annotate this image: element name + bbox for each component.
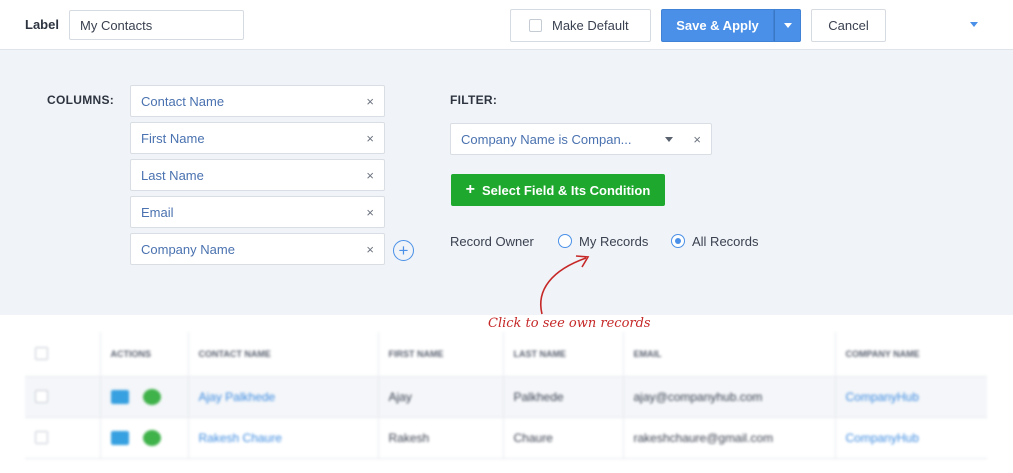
all-records-label[interactable]: All Records — [692, 234, 758, 249]
column-header[interactable]: FIRST NAME — [378, 332, 504, 377]
column-chip[interactable]: Contact Name × — [130, 85, 385, 117]
all-records-radio[interactable] — [671, 234, 685, 248]
close-icon[interactable]: × — [366, 242, 374, 257]
chat-icon[interactable] — [142, 429, 161, 446]
plus-icon: + — [465, 181, 476, 198]
column-header[interactable]: CONTACT NAME — [188, 332, 379, 377]
record-owner-label: Record Owner — [450, 234, 534, 249]
filter-condition-label: Company Name is Compan... — [461, 131, 632, 147]
close-icon[interactable]: × — [693, 132, 701, 147]
last-name-cell: Palkhede — [503, 376, 624, 418]
first-name-cell: Ajay — [378, 376, 504, 418]
my-records-radio[interactable] — [558, 234, 572, 248]
my-records-label[interactable]: My Records — [579, 234, 648, 249]
chat-icon[interactable] — [142, 388, 161, 405]
toolbar: Label Make Default Save & Apply Cancel — [0, 0, 1013, 50]
annotation-arrow-icon — [540, 255, 590, 315]
label-input[interactable] — [69, 10, 244, 40]
row-actions — [100, 417, 189, 459]
mail-icon[interactable] — [110, 389, 129, 404]
row-select-cell[interactable] — [25, 417, 101, 459]
column-chip[interactable]: Company Name × — [130, 233, 385, 265]
filter-condition-chip[interactable]: Company Name is Compan... × — [450, 123, 712, 155]
column-chip-label: Contact Name — [141, 93, 225, 109]
view-config-panel: COLUMNS: Contact Name × First Name × Las… — [0, 50, 1013, 315]
chevron-down-icon[interactable] — [970, 22, 978, 27]
close-icon[interactable]: × — [366, 168, 374, 183]
save-apply-button[interactable]: Save & Apply — [661, 9, 774, 42]
column-chip-label: Last Name — [141, 167, 204, 183]
column-header[interactable]: LAST NAME — [503, 332, 624, 377]
make-default-label: Make Default — [552, 18, 629, 33]
cancel-button[interactable]: Cancel — [811, 9, 886, 42]
table-row[interactable]: Rakesh Chaure Rakesh Chaure rakeshchaure… — [25, 417, 987, 459]
filter-title: FILTER: — [450, 93, 498, 107]
row-checkbox[interactable] — [35, 390, 48, 403]
company-link[interactable]: CompanyHub — [835, 417, 987, 459]
mail-icon[interactable] — [110, 430, 129, 445]
row-select-cell[interactable] — [25, 376, 101, 418]
column-header[interactable]: COMPANY NAME — [835, 332, 987, 377]
column-header[interactable]: EMAIL — [623, 332, 836, 377]
select-all-checkbox[interactable] — [35, 347, 48, 361]
label-caption: Label — [25, 17, 59, 32]
annotation-text: Click to see own records — [488, 316, 651, 331]
table-header-row: ACTIONS CONTACT NAME FIRST NAME LAST NAM… — [25, 332, 987, 377]
make-default-button[interactable]: Make Default — [510, 9, 651, 42]
column-chip-label: Email — [141, 204, 174, 220]
chevron-down-icon[interactable] — [665, 136, 674, 142]
column-chip[interactable]: Email × — [130, 196, 385, 228]
row-actions — [100, 376, 189, 418]
contact-name-link[interactable]: Rakesh Chaure — [188, 417, 379, 459]
save-options-button[interactable] — [774, 9, 801, 42]
company-link[interactable]: CompanyHub — [835, 376, 987, 418]
column-header: ACTIONS — [100, 332, 189, 377]
column-chip[interactable]: Last Name × — [130, 159, 385, 191]
column-chip-label: Company Name — [141, 241, 235, 257]
column-chip-label: First Name — [141, 130, 205, 146]
chevron-down-icon — [783, 23, 792, 28]
table-row[interactable]: Ajay Palkhede Ajay Palkhede ajay@company… — [25, 376, 987, 418]
select-field-condition-button[interactable]: + Select Field & Its Condition — [451, 174, 665, 206]
first-name-cell: Rakesh — [378, 417, 504, 459]
row-checkbox[interactable] — [35, 431, 48, 444]
select-all-cell[interactable] — [25, 332, 101, 377]
close-icon[interactable]: × — [366, 94, 374, 109]
last-name-cell: Chaure — [503, 417, 624, 459]
select-field-condition-label: Select Field & Its Condition — [482, 182, 651, 198]
contact-name-link[interactable]: Ajay Palkhede — [188, 376, 379, 418]
contacts-table: ACTIONS CONTACT NAME FIRST NAME LAST NAM… — [25, 332, 987, 459]
email-cell: rakeshchaure@gmail.com — [623, 417, 836, 459]
make-default-checkbox[interactable] — [529, 19, 542, 32]
add-column-button[interactable]: + — [393, 240, 414, 261]
plus-circle-icon: + — [398, 241, 409, 260]
columns-title: COLUMNS: — [47, 93, 115, 107]
column-chip[interactable]: First Name × — [130, 122, 385, 154]
close-icon[interactable]: × — [366, 205, 374, 220]
close-icon[interactable]: × — [366, 131, 374, 146]
email-cell: ajay@companyhub.com — [623, 376, 836, 418]
